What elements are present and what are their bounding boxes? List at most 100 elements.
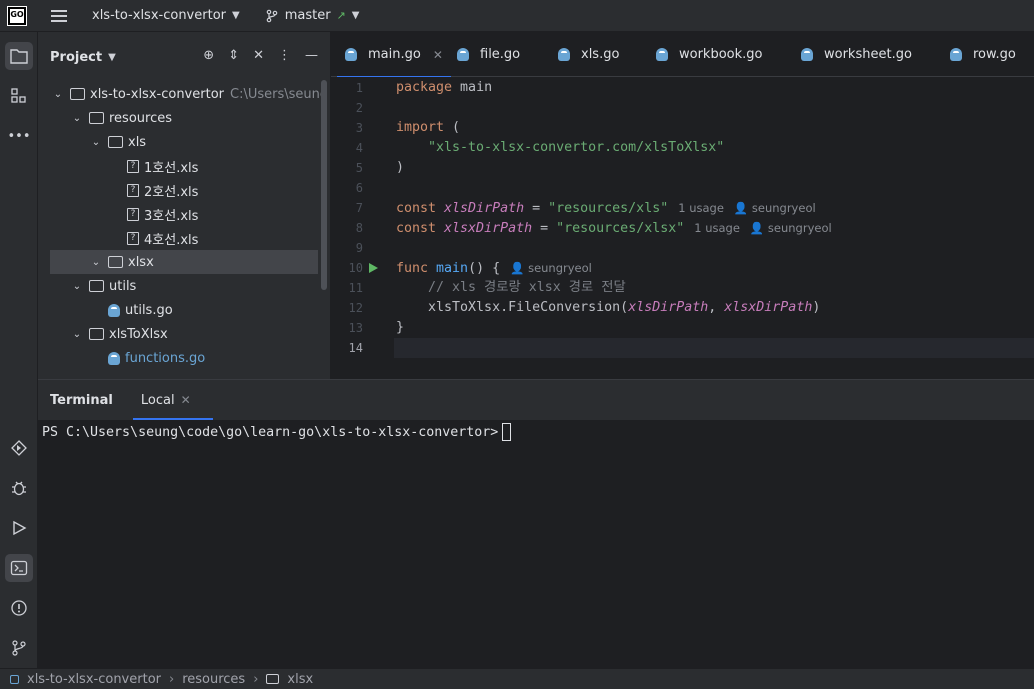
title-bar: GO xls-to-xlsx-convertor ▼ master ↗ ▼ [0, 0, 1034, 32]
unknown-file-icon: ? [127, 231, 139, 245]
tree-item[interactable]: utils.go [38, 298, 330, 322]
tab-local[interactable]: Local ✕ [132, 380, 213, 420]
tree-item[interactable]: ? 4호선.xls [38, 226, 330, 250]
code-line: func main() {👤 seungryeol [396, 261, 592, 276]
project-panel: Project ▼ ⊕ ⇕ ✕ ⋮ — ⌄ xls-to-xlsx-convert… [38, 32, 331, 379]
chevron-down-icon[interactable]: ⌄ [52, 89, 64, 100]
panel-title: Project [50, 49, 103, 65]
code-editor[interactable]: 1 2 3 4 5 6 7 8 9 10 11 12 13 14 package main import … [331, 77, 1034, 379]
chevron-down-icon: ▼ [232, 10, 240, 21]
more-tools-icon[interactable]: ••• [5, 122, 33, 150]
chevron-down-icon[interactable]: ⌄ [71, 329, 83, 340]
author-hint[interactable]: 👤 seungryeol [734, 201, 816, 215]
tree-item[interactable]: ? 3호선.xls [38, 202, 330, 226]
tree-item[interactable]: functions.go [38, 346, 330, 370]
branch-name: master [284, 8, 331, 23]
go-file-icon [457, 48, 469, 61]
options-icon[interactable]: ⋮ [278, 48, 291, 63]
terminal-panel: Terminal Local ✕ PS C:\Users\seung\code\… [38, 379, 1034, 668]
chevron-down-icon[interactable]: ⌄ [71, 113, 83, 124]
breadcrumb-project[interactable]: xls-to-xlsx-convertor [27, 672, 161, 687]
tab-main-go[interactable]: main.go ✕ [337, 32, 451, 78]
breadcrumb-resources[interactable]: resources [182, 672, 245, 687]
tree-item[interactable]: ⌄ utils [38, 274, 330, 298]
chevron-down-icon[interactable]: ⌄ [90, 257, 102, 268]
go-file-icon [558, 48, 570, 61]
code-line: package main [396, 80, 493, 95]
services-icon[interactable] [5, 434, 33, 462]
run-icon[interactable] [5, 514, 33, 542]
left-tool-strip: ••• [0, 32, 38, 668]
code-line: // xls 경로랑 xlsx 경로 전달 [396, 280, 626, 295]
tab-file-go[interactable]: file.go [457, 32, 520, 77]
close-icon[interactable]: ✕ [253, 48, 264, 63]
debug-icon[interactable] [5, 474, 33, 502]
tab-xls-go[interactable]: xls.go [558, 32, 619, 77]
tree-item[interactable]: ⌄ xls [38, 130, 330, 154]
project-switcher[interactable]: xls-to-xlsx-convertor ▼ [92, 8, 240, 23]
tree-item-label: 1호선.xls [144, 160, 199, 176]
breadcrumb-xlsx[interactable]: xlsx [287, 672, 313, 687]
go-file-icon [656, 48, 668, 61]
current-line-highlight [394, 338, 1034, 358]
chevron-down-icon[interactable]: ⌄ [90, 137, 102, 148]
line-number: 8 [355, 221, 363, 235]
code-line: import ( [396, 120, 461, 135]
expand-collapse-icon[interactable]: ⇕ [228, 48, 239, 63]
tree-item[interactable]: ? 2호선.xls [38, 178, 330, 202]
terminal-prompt[interactable]: PS C:\Users\seung\code\go\learn-go\xls-t… [42, 423, 512, 441]
author-hint[interactable]: 👤 seungryeol [510, 261, 592, 275]
tab-worksheet-go[interactable]: worksheet.go [801, 32, 912, 77]
line-number: 14 [348, 341, 363, 355]
tree-item[interactable]: ⌄ xlsx [50, 250, 318, 274]
tree-item-label: utils [109, 278, 137, 294]
scrollbar[interactable] [321, 80, 327, 290]
path-hint: C:\Users\seung [230, 86, 329, 102]
tab-workbook-go[interactable]: workbook.go [656, 32, 762, 77]
git-icon[interactable] [5, 634, 33, 662]
tree-item-label: xls-to-xlsx-convertor [90, 86, 224, 102]
goland-logo-icon[interactable]: GO [7, 5, 27, 26]
usage-hint[interactable]: 1 usage [694, 221, 740, 235]
tree-item[interactable]: ⌄ xls-to-xlsx-convertor C:\Users\seung [38, 82, 330, 106]
close-icon[interactable]: ✕ [181, 393, 191, 407]
chevron-down-icon[interactable]: ⌄ [71, 281, 83, 292]
terminal-tool-icon[interactable] [5, 554, 33, 582]
tab-label: xls.go [581, 47, 620, 62]
main-menu-icon[interactable] [51, 9, 67, 22]
branch-switcher[interactable]: master ↗ ▼ [265, 8, 359, 23]
problems-icon[interactable] [5, 594, 33, 622]
tree-item[interactable]: ⌄ resources [38, 106, 330, 130]
tree-item[interactable]: ? 1호선.xls [38, 154, 330, 178]
code-line: const xlsxDirPath = "resources/xlsx" 1 us… [396, 221, 832, 236]
close-icon[interactable]: ✕ [433, 48, 443, 62]
code-line: xlsToXlsx.FileConversion(xlsDirPath, xls… [396, 300, 821, 315]
folder-icon [266, 674, 280, 684]
tree-item-label: utils.go [125, 302, 173, 318]
go-file-icon [108, 351, 120, 365]
tab-row-go[interactable]: row.go [950, 32, 1016, 77]
go-file-icon [108, 303, 120, 317]
tree-item-label: 2호선.xls [144, 184, 199, 200]
author-hint[interactable]: 👤 seungryeol [750, 221, 832, 235]
tab-label: file.go [480, 47, 521, 62]
line-number: 11 [348, 281, 363, 295]
unknown-file-icon: ? [127, 207, 139, 221]
folder-icon [108, 256, 123, 268]
locate-icon[interactable]: ⊕ [203, 48, 214, 63]
line-number: 1 [355, 81, 363, 95]
hide-icon[interactable]: — [305, 48, 318, 63]
structure-tool-icon[interactable] [5, 82, 33, 110]
usage-hint[interactable]: 1 usage [678, 201, 724, 215]
folder-icon [89, 328, 104, 340]
run-gutter-icon[interactable] [369, 263, 378, 273]
tree-item[interactable]: ⌄ xlsToXlsx [38, 322, 330, 346]
unknown-file-icon: ? [127, 183, 139, 197]
unknown-file-icon: ? [127, 159, 139, 173]
line-number: 2 [355, 101, 363, 115]
tab-label: worksheet.go [824, 47, 912, 62]
status-bar: xls-to-xlsx-convertor › resources › xlsx [0, 668, 1034, 689]
line-number: 5 [355, 161, 363, 175]
project-tool-icon[interactable] [5, 42, 33, 70]
tree-item-label: xlsToXlsx [109, 326, 168, 342]
